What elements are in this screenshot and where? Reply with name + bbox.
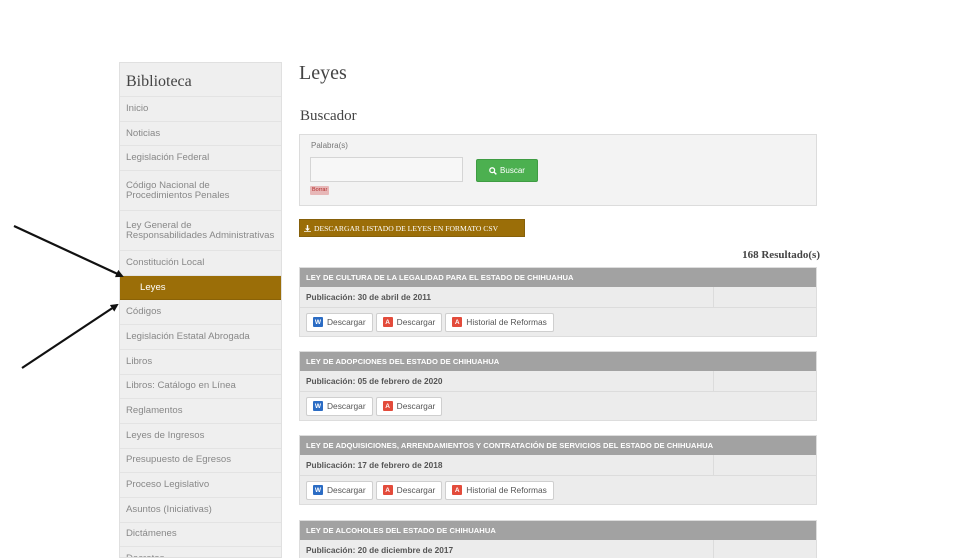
arrow-to-leyes <box>13 225 124 278</box>
arrow-to-codigos <box>21 303 119 369</box>
annotation-arrows <box>13 225 124 369</box>
page: Biblioteca Inicio Noticias Legislación F… <box>0 0 977 558</box>
